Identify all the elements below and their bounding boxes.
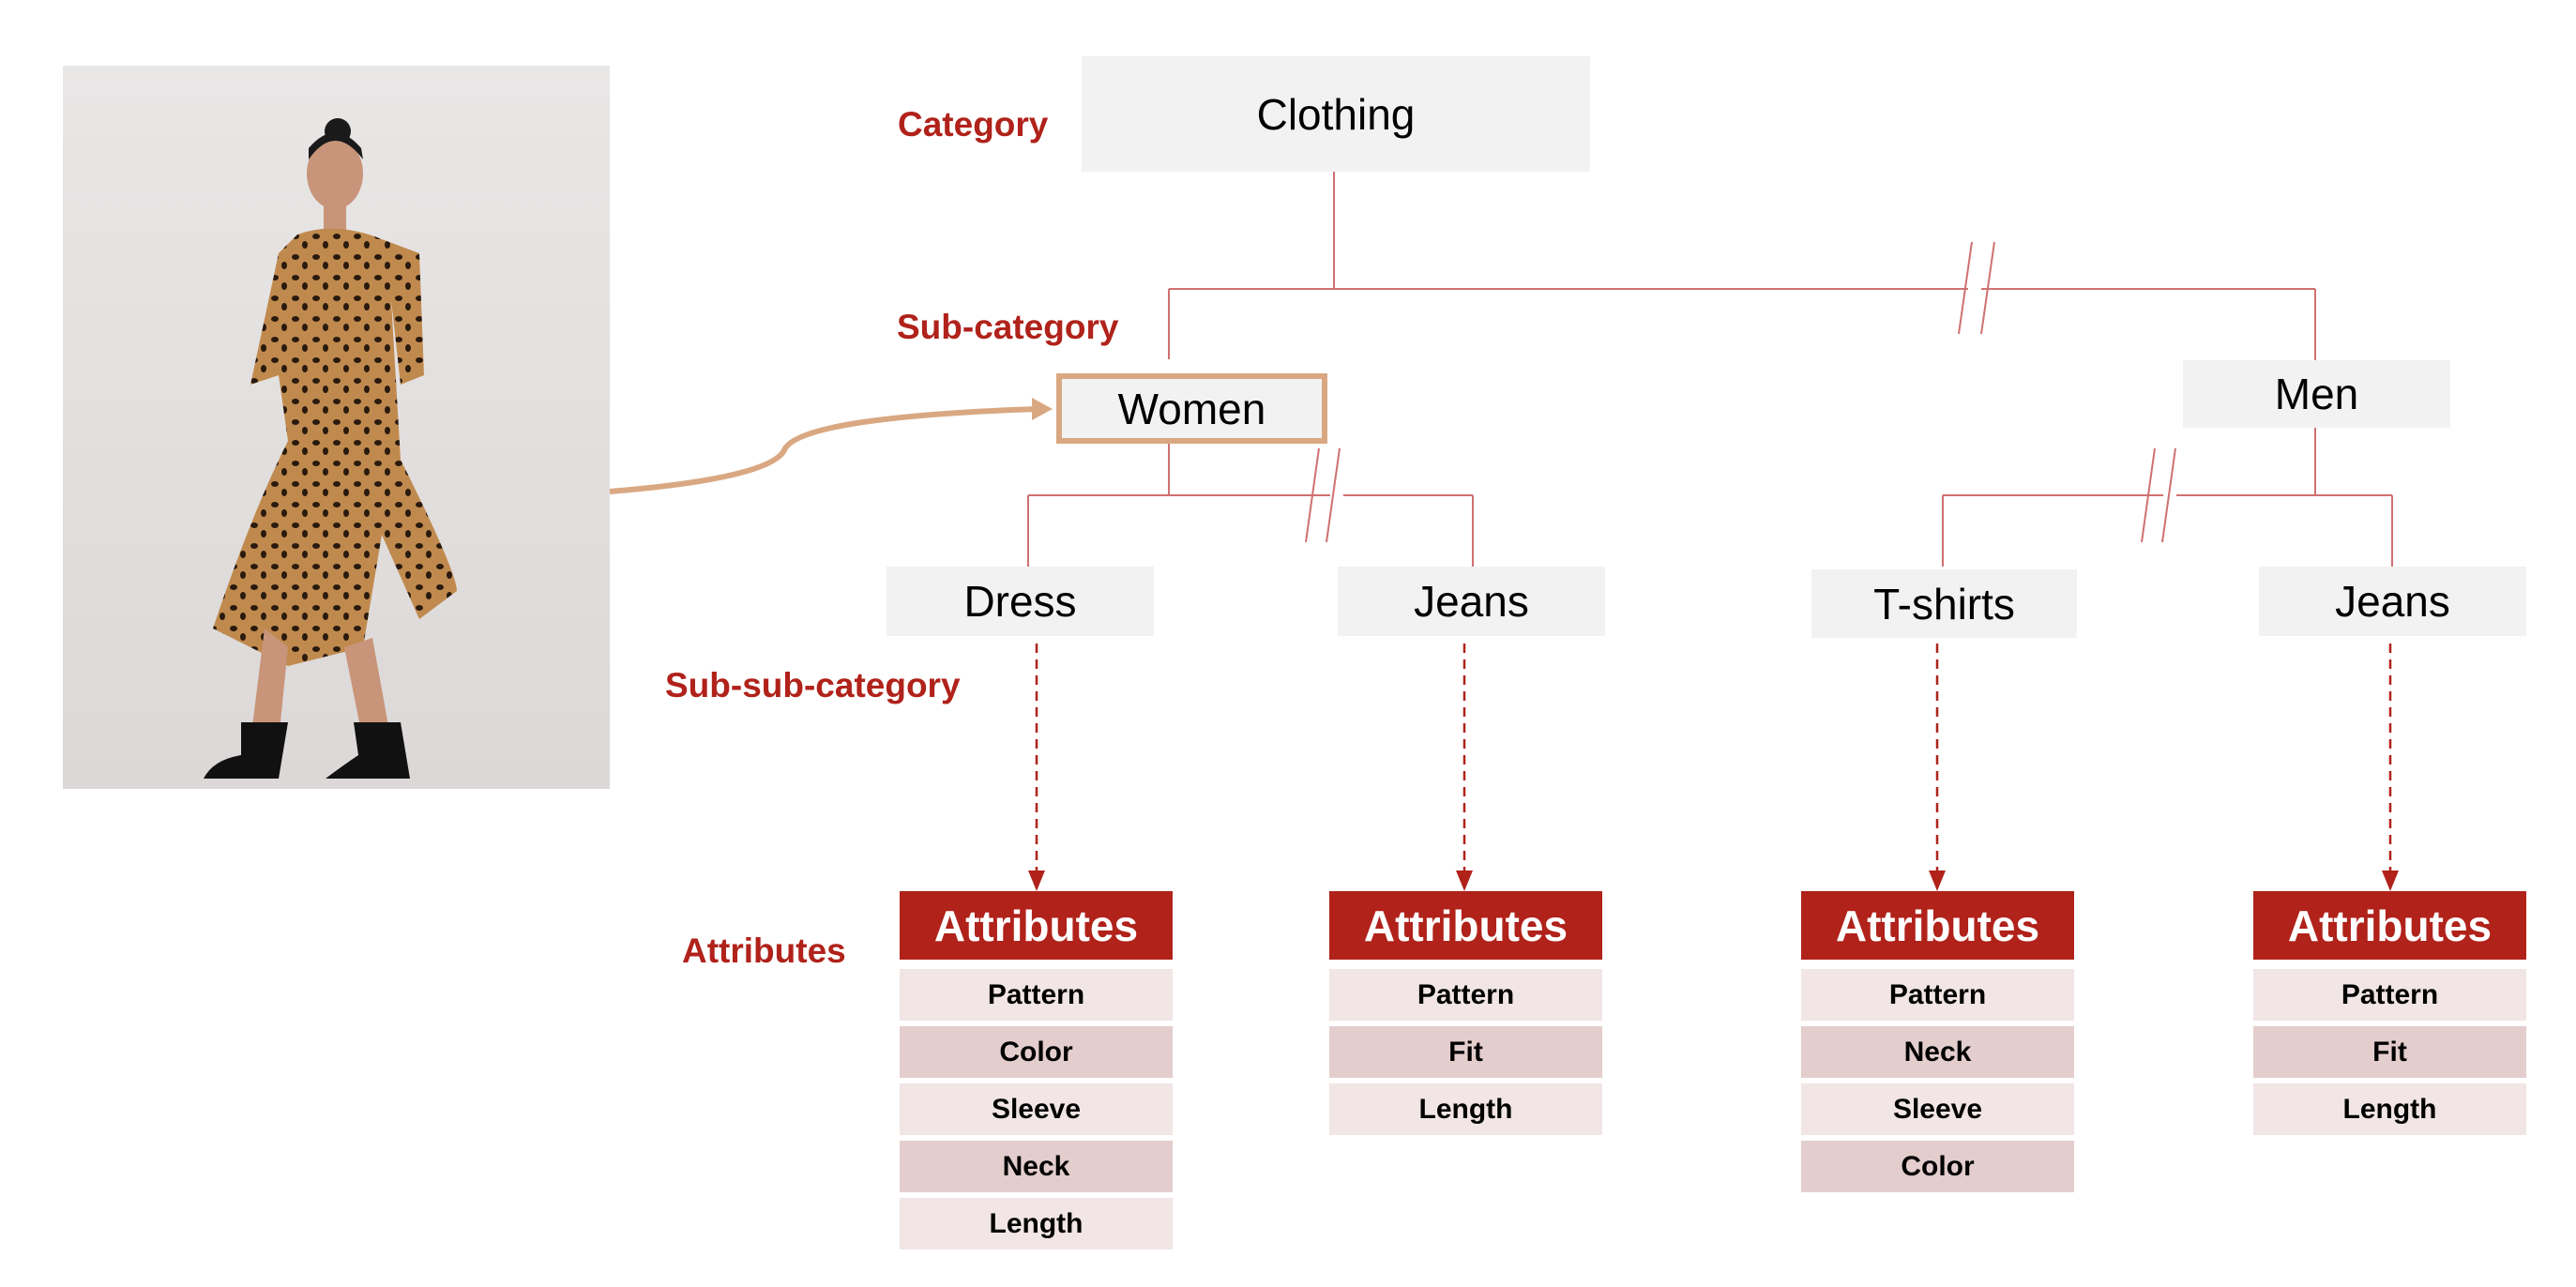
level-label-sub-category: Sub-category (897, 308, 1119, 346)
attribute-row: Neck (900, 1141, 1173, 1192)
attribute-row: Neck (1801, 1026, 2074, 1078)
attribute-row: Fit (1329, 1026, 1602, 1078)
attribute-row: Pattern (900, 969, 1173, 1021)
attribute-row: Pattern (1801, 969, 2074, 1021)
attribute-row: Pattern (1329, 969, 1602, 1021)
node-dress: Dress (886, 567, 1154, 636)
attribute-row: Pattern (2253, 969, 2526, 1021)
attribute-row: Sleeve (1801, 1083, 2074, 1135)
attribute-header: Attributes (1801, 891, 2074, 960)
arrowhead (1028, 871, 1045, 891)
attribute-header: Attributes (2253, 891, 2526, 960)
level-label-attributes: Attributes (682, 931, 846, 970)
attribute-row: Length (900, 1198, 1173, 1249)
arrowhead (2382, 871, 2399, 891)
attribute-row: Length (1329, 1083, 1602, 1135)
photo-to-women-arrow (609, 406, 1038, 494)
attribute-table-tshirts: Attributes Pattern Neck Sleeve Color (1801, 891, 2074, 1198)
level-label-sub-sub-category: Sub-sub-category (665, 666, 961, 704)
attribute-row: Color (1801, 1141, 2074, 1192)
node-men-jeans: Jeans (2259, 567, 2526, 636)
node-tshirts: T-shirts (1811, 569, 2077, 638)
attribute-row: Color (900, 1026, 1173, 1078)
node-women: Women (1056, 373, 1327, 444)
node-women-jeans: Jeans (1338, 567, 1605, 636)
node-clothing: Clothing (1082, 56, 1590, 172)
attribute-header: Attributes (1329, 891, 1602, 960)
attribute-header: Attributes (900, 891, 1173, 960)
attribute-row: Fit (2253, 1026, 2526, 1078)
attribute-table-dress: Attributes Pattern Color Sleeve Neck Len… (900, 891, 1173, 1255)
attribute-table-men-jeans: Attributes Pattern Fit Length (2253, 891, 2526, 1141)
tree-connectors (609, 172, 2399, 891)
dashed-arrows (1035, 644, 2392, 872)
attribute-row: Sleeve (900, 1083, 1173, 1135)
node-men: Men (2183, 360, 2450, 428)
attribute-row: Length (2253, 1083, 2526, 1135)
arrowhead (1456, 871, 1473, 891)
attribute-table-women-jeans: Attributes Pattern Fit Length (1329, 891, 1602, 1141)
arrowhead (1929, 871, 1946, 891)
break-marks (1305, 241, 2176, 543)
level-label-category: Category (898, 105, 1049, 144)
